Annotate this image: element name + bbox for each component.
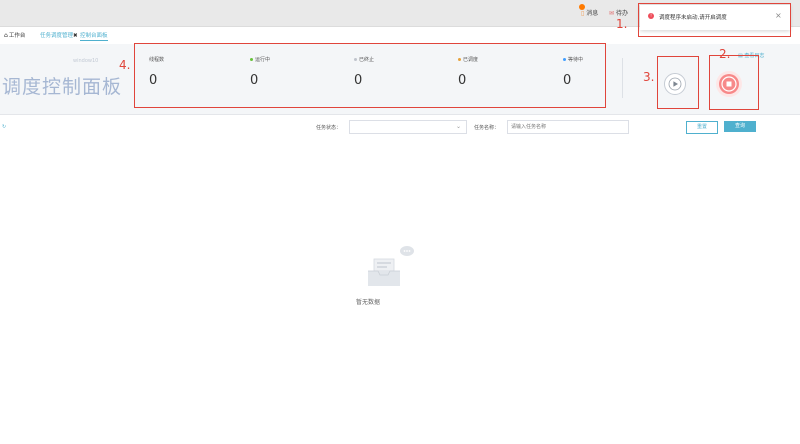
- annotation-label-4: 4.: [119, 58, 131, 72]
- task-name-input[interactable]: [507, 120, 629, 134]
- annotation-box-4: [134, 43, 606, 108]
- tab-task-scheduling[interactable]: 任务调度管理✖: [40, 31, 78, 39]
- messages-link[interactable]: ▯ 消息: [579, 4, 599, 17]
- annotation-label-2: 2.: [719, 47, 731, 61]
- todo-label: 待办: [615, 10, 628, 17]
- search-button[interactable]: 查询: [724, 121, 756, 132]
- home-icon: ⌂: [4, 32, 8, 39]
- annotation-box-1: [638, 3, 791, 37]
- tab-workbench-label: 工作台: [8, 33, 26, 39]
- page-title: 调度控制面板: [2, 76, 123, 98]
- annotation-box-2: [709, 55, 759, 110]
- status-filter-label: 任务状态：: [316, 125, 342, 131]
- empty-state-label: 暂无数据: [356, 299, 381, 306]
- tab-control-panel-label: 控制台面板: [80, 33, 108, 39]
- annotation-label-1: 1.: [616, 17, 628, 31]
- tab-task-scheduling-label: 任务调度管理: [40, 33, 74, 39]
- close-icon[interactable]: ✖: [73, 33, 78, 39]
- divider: [622, 58, 623, 98]
- annotation-label-3: 3.: [643, 70, 655, 84]
- mail-icon: ✉: [609, 10, 615, 17]
- status-select[interactable]: ⌄: [349, 120, 467, 134]
- messages-label: 消息: [586, 10, 599, 17]
- bell-icon: ▯: [581, 10, 585, 17]
- tab-workbench[interactable]: ⌂工作台: [4, 31, 25, 39]
- name-filter-label: 任务名称：: [474, 125, 500, 131]
- machine-name: window10: [73, 58, 99, 64]
- notification-badge: [579, 4, 585, 10]
- reset-button[interactable]: 重置: [686, 121, 718, 134]
- empty-box-icon: [368, 246, 414, 286]
- annotation-box-3: [657, 56, 699, 109]
- filter-bar: ↻ 任务状态： ⌄ 任务名称： 重置 查询: [0, 115, 800, 137]
- todo-link[interactable]: ✉ 待办: [609, 8, 628, 17]
- refresh-icon[interactable]: ↻: [2, 124, 6, 130]
- tab-control-panel[interactable]: 控制台面板: [80, 31, 108, 41]
- chevron-down-icon: ⌄: [455, 123, 461, 130]
